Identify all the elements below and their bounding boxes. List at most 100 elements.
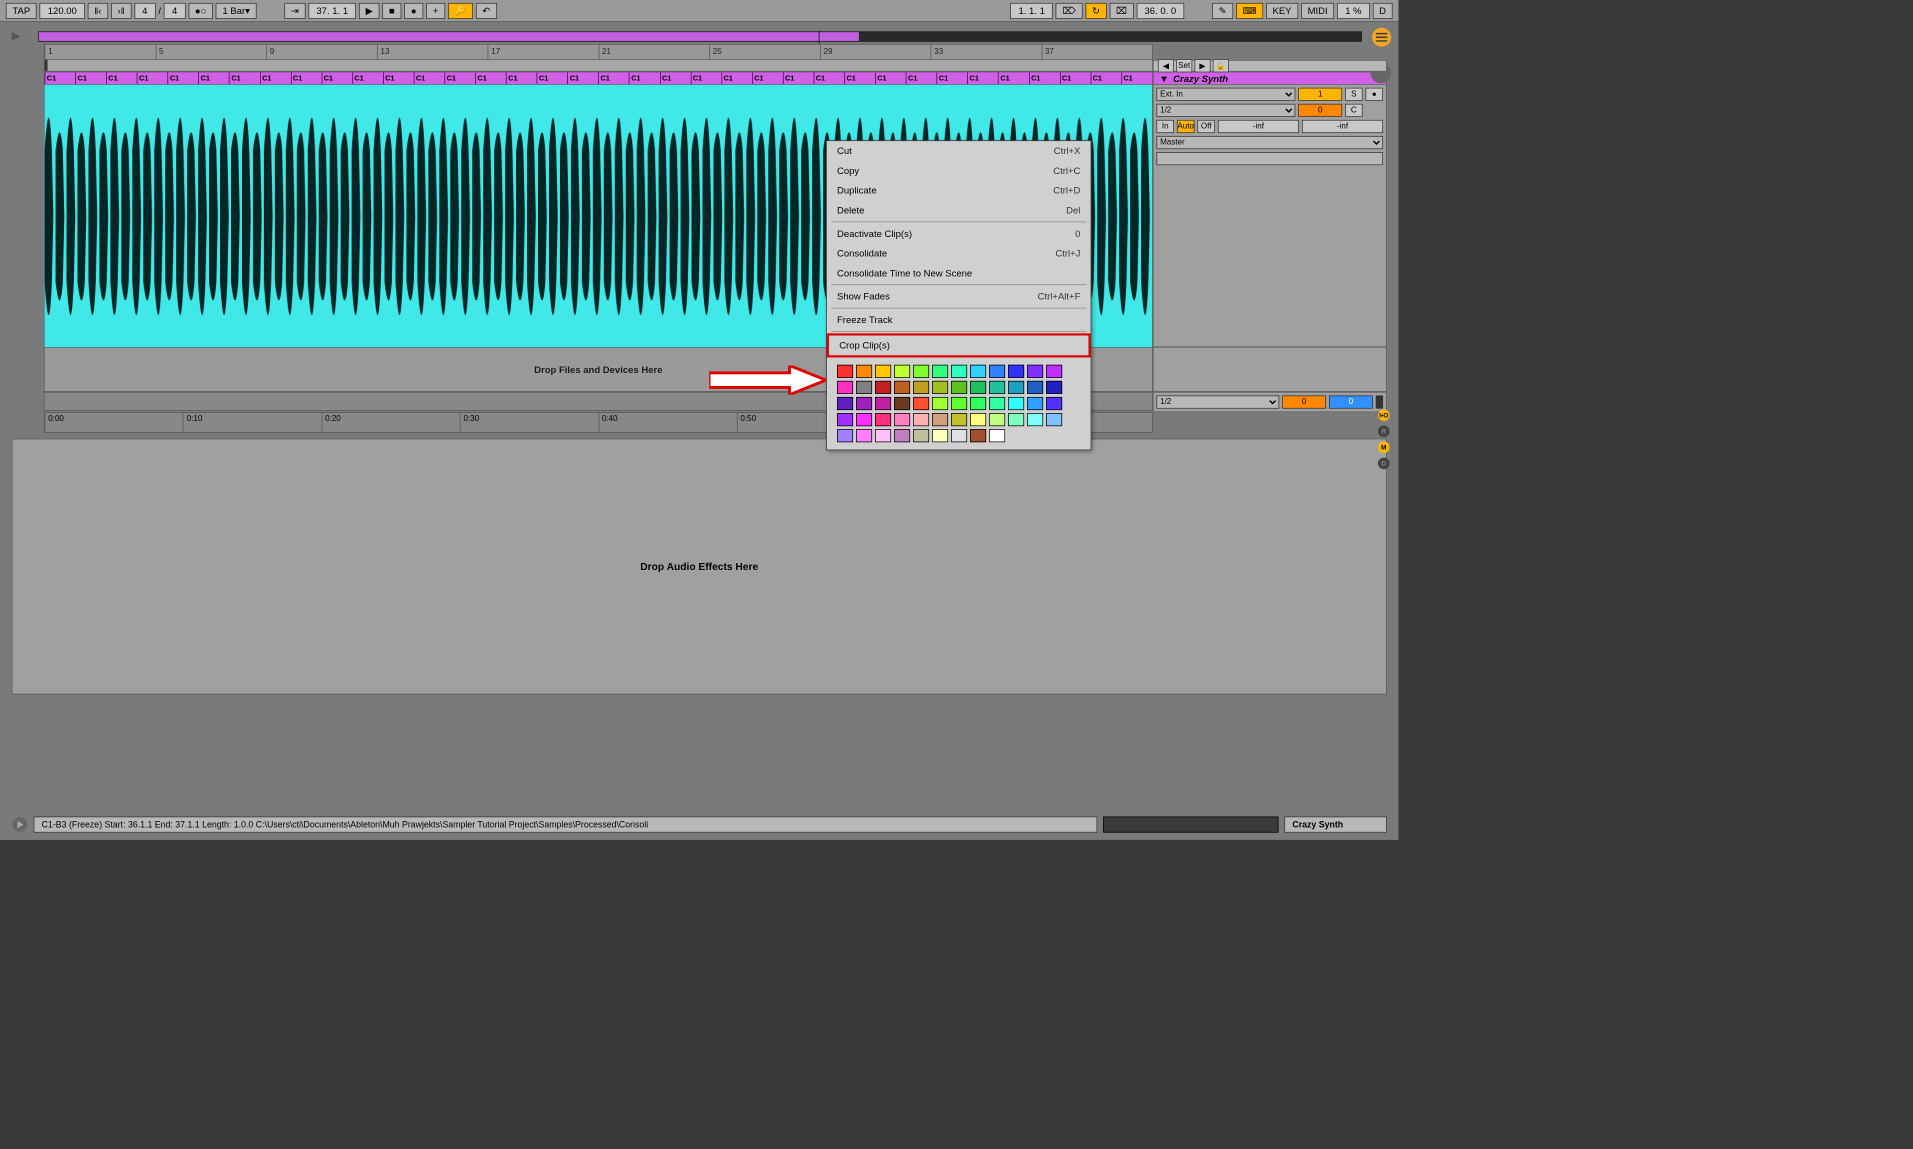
output-channel-select[interactable] [1156, 152, 1383, 165]
color-swatch[interactable] [1008, 381, 1024, 394]
color-swatch[interactable] [875, 429, 891, 442]
color-swatch[interactable] [875, 381, 891, 394]
track-number[interactable]: 1 [1298, 88, 1342, 101]
follow-icon[interactable]: ⇥ [284, 3, 305, 19]
color-swatch[interactable] [856, 429, 872, 442]
overview-bar[interactable] [38, 31, 1362, 41]
master-send1[interactable]: 0 [1282, 395, 1326, 408]
color-swatch[interactable] [970, 381, 986, 394]
color-swatch[interactable] [856, 365, 872, 378]
color-swatch[interactable] [989, 429, 1005, 442]
color-swatch[interactable] [894, 397, 910, 410]
quant-dropdown[interactable]: 1 Bar ▾ [216, 3, 257, 19]
color-swatch[interactable] [1027, 397, 1043, 410]
color-swatch[interactable] [970, 413, 986, 426]
monitor-auto-button[interactable]: Auto [1177, 120, 1195, 133]
next-marker-icon[interactable]: ▶ [1194, 59, 1210, 72]
delay-section-toggle-icon[interactable]: D [1378, 458, 1390, 470]
color-swatch[interactable] [856, 381, 872, 394]
color-swatch[interactable] [989, 365, 1005, 378]
send-value[interactable]: 0 [1298, 104, 1342, 117]
color-swatch[interactable] [1027, 413, 1043, 426]
master-out-select[interactable]: 1/2 [1156, 395, 1279, 408]
arm-icon[interactable]: ● [1366, 88, 1384, 101]
color-swatch[interactable] [1027, 381, 1043, 394]
menu-freeze-track[interactable]: Freeze Track [827, 310, 1091, 330]
sig-num[interactable]: 4 [134, 3, 155, 19]
color-swatch[interactable] [913, 381, 929, 394]
color-swatch[interactable] [1008, 365, 1024, 378]
color-swatch[interactable] [913, 397, 929, 410]
menu-copy[interactable]: CopyCtrl+C [827, 161, 1091, 181]
position-field[interactable]: 37. 1. 1 [308, 3, 356, 19]
bar-ruler[interactable]: 1 5 9 13 17 21 25 29 33 37 [44, 44, 1153, 60]
color-swatch[interactable] [856, 413, 872, 426]
color-swatch[interactable] [1046, 397, 1062, 410]
color-swatch[interactable] [1046, 365, 1062, 378]
color-swatch[interactable] [951, 413, 967, 426]
loop-brace[interactable] [44, 60, 1153, 72]
color-swatch[interactable] [932, 429, 948, 442]
color-swatch[interactable] [894, 381, 910, 394]
color-swatch[interactable] [970, 429, 986, 442]
menu-duplicate[interactable]: DuplicateCtrl+D [827, 181, 1091, 201]
color-swatch[interactable] [913, 429, 929, 442]
menu-consolidate[interactable]: ConsolidateCtrl+J [827, 243, 1091, 263]
color-swatch[interactable] [837, 397, 853, 410]
stop-icon[interactable]: ■ [382, 3, 401, 19]
color-swatch[interactable] [1046, 413, 1062, 426]
color-swatch[interactable] [970, 397, 986, 410]
color-swatch[interactable] [932, 397, 948, 410]
color-swatch[interactable] [913, 413, 929, 426]
color-swatch[interactable] [875, 397, 891, 410]
menu-burger-icon[interactable] [1372, 28, 1391, 47]
play-icon[interactable]: ▶ [359, 3, 379, 19]
velocity-editor[interactable] [1103, 817, 1278, 833]
loop-icon[interactable]: ↻ [1085, 3, 1106, 19]
back-to-arrange-icon[interactable]: ↶ [476, 3, 497, 19]
color-swatch[interactable] [1027, 365, 1043, 378]
bpm-field[interactable]: 120.00 [40, 3, 85, 19]
nudge-up-icon[interactable]: ›‖ [111, 3, 131, 19]
color-swatch[interactable] [837, 413, 853, 426]
color-swatch[interactable] [1008, 397, 1024, 410]
color-swatch[interactable] [837, 365, 853, 378]
key-map-button[interactable]: KEY [1266, 3, 1298, 19]
browser-toggle-icon[interactable] [9, 29, 24, 44]
color-swatch[interactable] [875, 365, 891, 378]
record-icon[interactable]: ● [404, 3, 423, 19]
menu-consolidate-scene[interactable]: Consolidate Time to New Scene [827, 263, 1091, 283]
menu-cut[interactable]: CutCtrl+X [827, 141, 1091, 161]
input-type-select[interactable]: Ext. In [1156, 88, 1295, 101]
loop-start-field[interactable]: 1. 1. 1 [1010, 3, 1053, 19]
color-swatch[interactable] [875, 413, 891, 426]
menu-delete[interactable]: DeleteDel [827, 200, 1091, 220]
device-drop-zone[interactable]: Drop Audio Effects Here [12, 439, 1387, 695]
track-title[interactable]: ▼Crazy Synth [1153, 72, 1387, 85]
menu-deactivate[interactable]: Deactivate Clip(s)0 [827, 224, 1091, 244]
automation-arm-icon[interactable]: 🔑 [448, 3, 473, 19]
color-swatch[interactable] [837, 429, 853, 442]
tap-button[interactable]: TAP [6, 3, 37, 19]
color-swatch[interactable] [951, 381, 967, 394]
clip-header-row[interactable]: C1C1C1C1C1C1C1C1C1C1C1C1C1C1C1C1C1C1C1C1… [44, 72, 1153, 85]
color-swatch[interactable] [932, 381, 948, 394]
punch-in-icon[interactable]: ⌦ [1056, 3, 1083, 19]
color-swatch[interactable] [932, 413, 948, 426]
io-section-toggle-icon[interactable]: I•O [1378, 409, 1390, 421]
menu-crop-clips[interactable]: Crop Clip(s) [827, 333, 1091, 357]
punch-out-icon[interactable]: ⌧ [1109, 3, 1133, 19]
color-swatch[interactable] [989, 397, 1005, 410]
input-channel-select[interactable]: 1/2 [1156, 104, 1295, 117]
midi-map-button[interactable]: MIDI [1301, 3, 1334, 19]
prev-marker-icon[interactable]: ◀ [1158, 59, 1174, 72]
overload-button[interactable]: D [1373, 3, 1393, 19]
color-swatch[interactable] [913, 365, 929, 378]
color-swatch[interactable] [951, 365, 967, 378]
color-swatch[interactable] [894, 365, 910, 378]
color-swatch[interactable] [856, 397, 872, 410]
monitor-in-button[interactable]: In [1156, 120, 1174, 133]
return-section-toggle-icon[interactable]: R [1378, 425, 1390, 437]
monitor-off-button[interactable]: Off [1197, 120, 1215, 133]
computer-midi-icon[interactable]: ⌨ [1236, 3, 1263, 19]
